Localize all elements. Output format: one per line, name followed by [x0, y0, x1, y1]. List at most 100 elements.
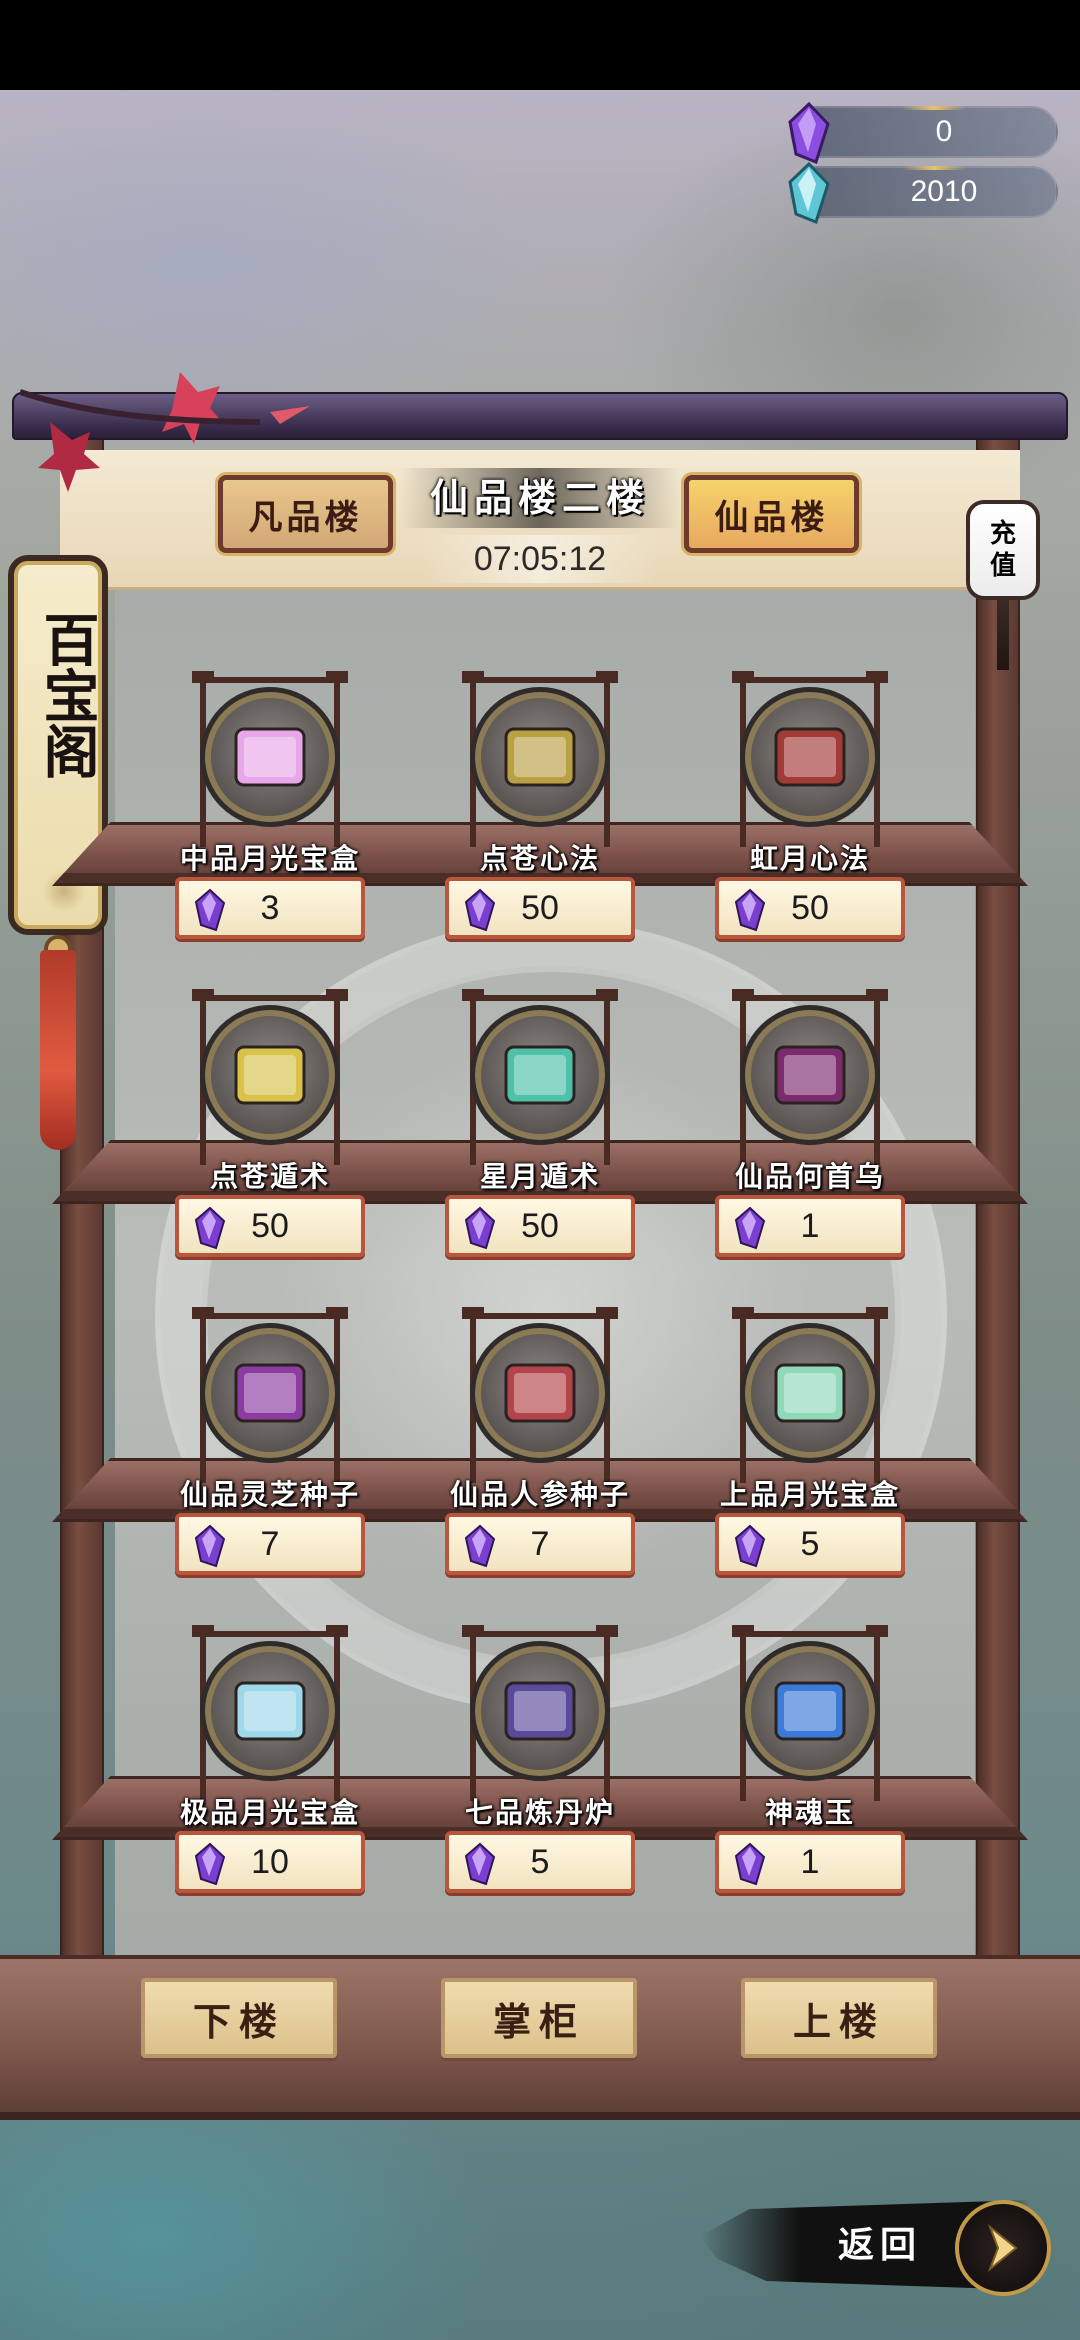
purple-gem-icon: [464, 1206, 496, 1250]
purple-gem-icon: [194, 1842, 226, 1886]
item-price: 5: [800, 1524, 820, 1563]
item-name: 仙品何首乌: [734, 1160, 885, 1193]
purple-currency-value: 0: [935, 115, 953, 148]
nav-mortal-floor-label: 凡品楼: [248, 497, 363, 538]
shop-item[interactable]: 七品炼丹炉 5: [420, 1625, 660, 1901]
go-upstairs-button[interactable]: 上楼: [741, 1978, 937, 2058]
teal-scroll-icon: [470, 1005, 610, 1145]
shop-item[interactable]: 中品月光宝盒 3: [150, 671, 390, 947]
item-name: 极品月光宝盒: [179, 1796, 360, 1829]
item-name: 点苍遁术: [209, 1160, 330, 1193]
go-upstairs-label: 上楼: [792, 1998, 885, 2044]
blue-treasure-box-icon: [200, 1641, 340, 1781]
item-price: 7: [260, 1524, 280, 1563]
yellow-scroll-book-icon: [470, 687, 610, 827]
recharge-button[interactable]: 充 值: [966, 500, 1040, 600]
price-tag: 7: [175, 1513, 365, 1575]
purple-currency-display: 0: [788, 102, 1058, 164]
price-tag: 10: [175, 1831, 365, 1893]
purple-root-herb-icon: [740, 1005, 880, 1145]
item-price: 5: [530, 1842, 550, 1881]
shop-item[interactable]: 点苍遁术 50: [150, 989, 390, 1265]
go-downstairs-button[interactable]: 下楼: [141, 1978, 337, 2058]
item-name: 七品炼丹炉: [464, 1796, 615, 1829]
shop-item[interactable]: 上品月光宝盒 5: [690, 1307, 930, 1583]
red-tassel-decoration: [40, 950, 76, 1150]
green-treasure-box-icon: [740, 1323, 880, 1463]
price-tag: 50: [175, 1195, 365, 1257]
recharge-tassel: [997, 600, 1009, 670]
red-scroll-book-icon: [740, 687, 880, 827]
status-bar: [0, 0, 1080, 90]
shop-item[interactable]: 仙品何首乌 1: [690, 989, 930, 1265]
pink-treasure-box-icon: [200, 687, 340, 827]
shop-item[interactable]: 虹月心法 50: [690, 671, 930, 947]
back-label[interactable]: 返回: [838, 2225, 938, 2265]
alchemy-furnace-icon: [470, 1641, 610, 1781]
floor-title: 仙品楼二楼: [400, 468, 680, 528]
item-name: 点苍心法: [479, 842, 600, 875]
purple-gem-icon: [788, 102, 830, 164]
purple-gem-icon: [734, 1206, 766, 1250]
price-tag: 1: [715, 1831, 905, 1893]
nav-immortal-floor-button[interactable]: 仙品楼: [684, 475, 859, 553]
item-name: 中品月光宝盒: [179, 842, 360, 875]
price-tag: 3: [175, 877, 365, 939]
purple-gem-icon: [464, 888, 496, 932]
purple-gem-icon: [734, 1842, 766, 1886]
item-name: 仙品人参种子: [449, 1478, 630, 1511]
item-price: 7: [530, 1524, 550, 1563]
nav-mortal-floor-button[interactable]: 凡品楼: [218, 475, 393, 553]
shop-item[interactable]: 极品月光宝盒 10: [150, 1625, 390, 1901]
item-name: 虹月心法: [749, 842, 870, 875]
item-price: 50: [521, 888, 559, 927]
purple-gem-icon: [734, 1524, 766, 1568]
purple-gem-icon: [464, 1842, 496, 1886]
shopkeeper-button[interactable]: 掌柜: [441, 1978, 637, 2058]
shop-item[interactable]: 仙品灵芝种子 7: [150, 1307, 390, 1583]
blue-currency-value: 2010: [910, 175, 978, 208]
purple-lingzhi-mushroom-icon: [200, 1323, 340, 1463]
item-price: 50: [251, 1206, 289, 1245]
item-name: 上品月光宝盒: [719, 1478, 900, 1511]
item-price: 10: [251, 1842, 289, 1881]
item-price: 1: [800, 1206, 820, 1245]
purple-gem-icon: [464, 1524, 496, 1568]
refresh-timer: 07:05:12: [420, 535, 660, 583]
blue-crystal-icon: [788, 162, 830, 224]
item-price: 50: [791, 888, 829, 927]
shop-item[interactable]: 神魂玉 1: [690, 1625, 930, 1901]
recharge-label-2: 值: [989, 551, 1016, 581]
price-tag: 5: [445, 1831, 635, 1893]
blue-soul-jade-icon: [740, 1641, 880, 1781]
purple-gem-icon: [734, 888, 766, 932]
item-price: 1: [800, 1842, 820, 1881]
shop-item[interactable]: 仙品人参种子 7: [420, 1307, 660, 1583]
price-tag: 5: [715, 1513, 905, 1575]
go-downstairs-label: 下楼: [192, 1998, 285, 2044]
cabinet-roof: [0, 372, 1080, 492]
price-tag: 1: [715, 1195, 905, 1257]
price-tag: 50: [445, 1195, 635, 1257]
treasure-pavilion-title: 百宝阁: [34, 611, 100, 779]
item-price: 3: [260, 888, 280, 927]
back-button[interactable]: [955, 2200, 1051, 2296]
price-tag: 50: [445, 877, 635, 939]
blue-currency-display: 2010: [788, 162, 1058, 224]
purple-gem-icon: [194, 888, 226, 932]
purple-gem-icon: [194, 1524, 226, 1568]
shopkeeper-label: 掌柜: [492, 1998, 585, 2044]
chevron-right-icon: [987, 2223, 1018, 2273]
item-name: 神魂玉: [764, 1796, 855, 1829]
ginseng-figure-icon: [470, 1323, 610, 1463]
recharge-label-1: 充: [989, 519, 1016, 549]
golden-scroll-icon: [200, 1005, 340, 1145]
shop-item[interactable]: 星月遁术 50: [420, 989, 660, 1265]
shop-item[interactable]: 点苍心法 50: [420, 671, 660, 947]
item-price: 50: [521, 1206, 559, 1245]
maple-leaves-decoration: [20, 372, 310, 492]
item-name: 仙品灵芝种子: [179, 1478, 360, 1511]
purple-gem-icon: [194, 1206, 226, 1250]
item-name: 星月遁术: [479, 1160, 600, 1193]
price-tag: 7: [445, 1513, 635, 1575]
